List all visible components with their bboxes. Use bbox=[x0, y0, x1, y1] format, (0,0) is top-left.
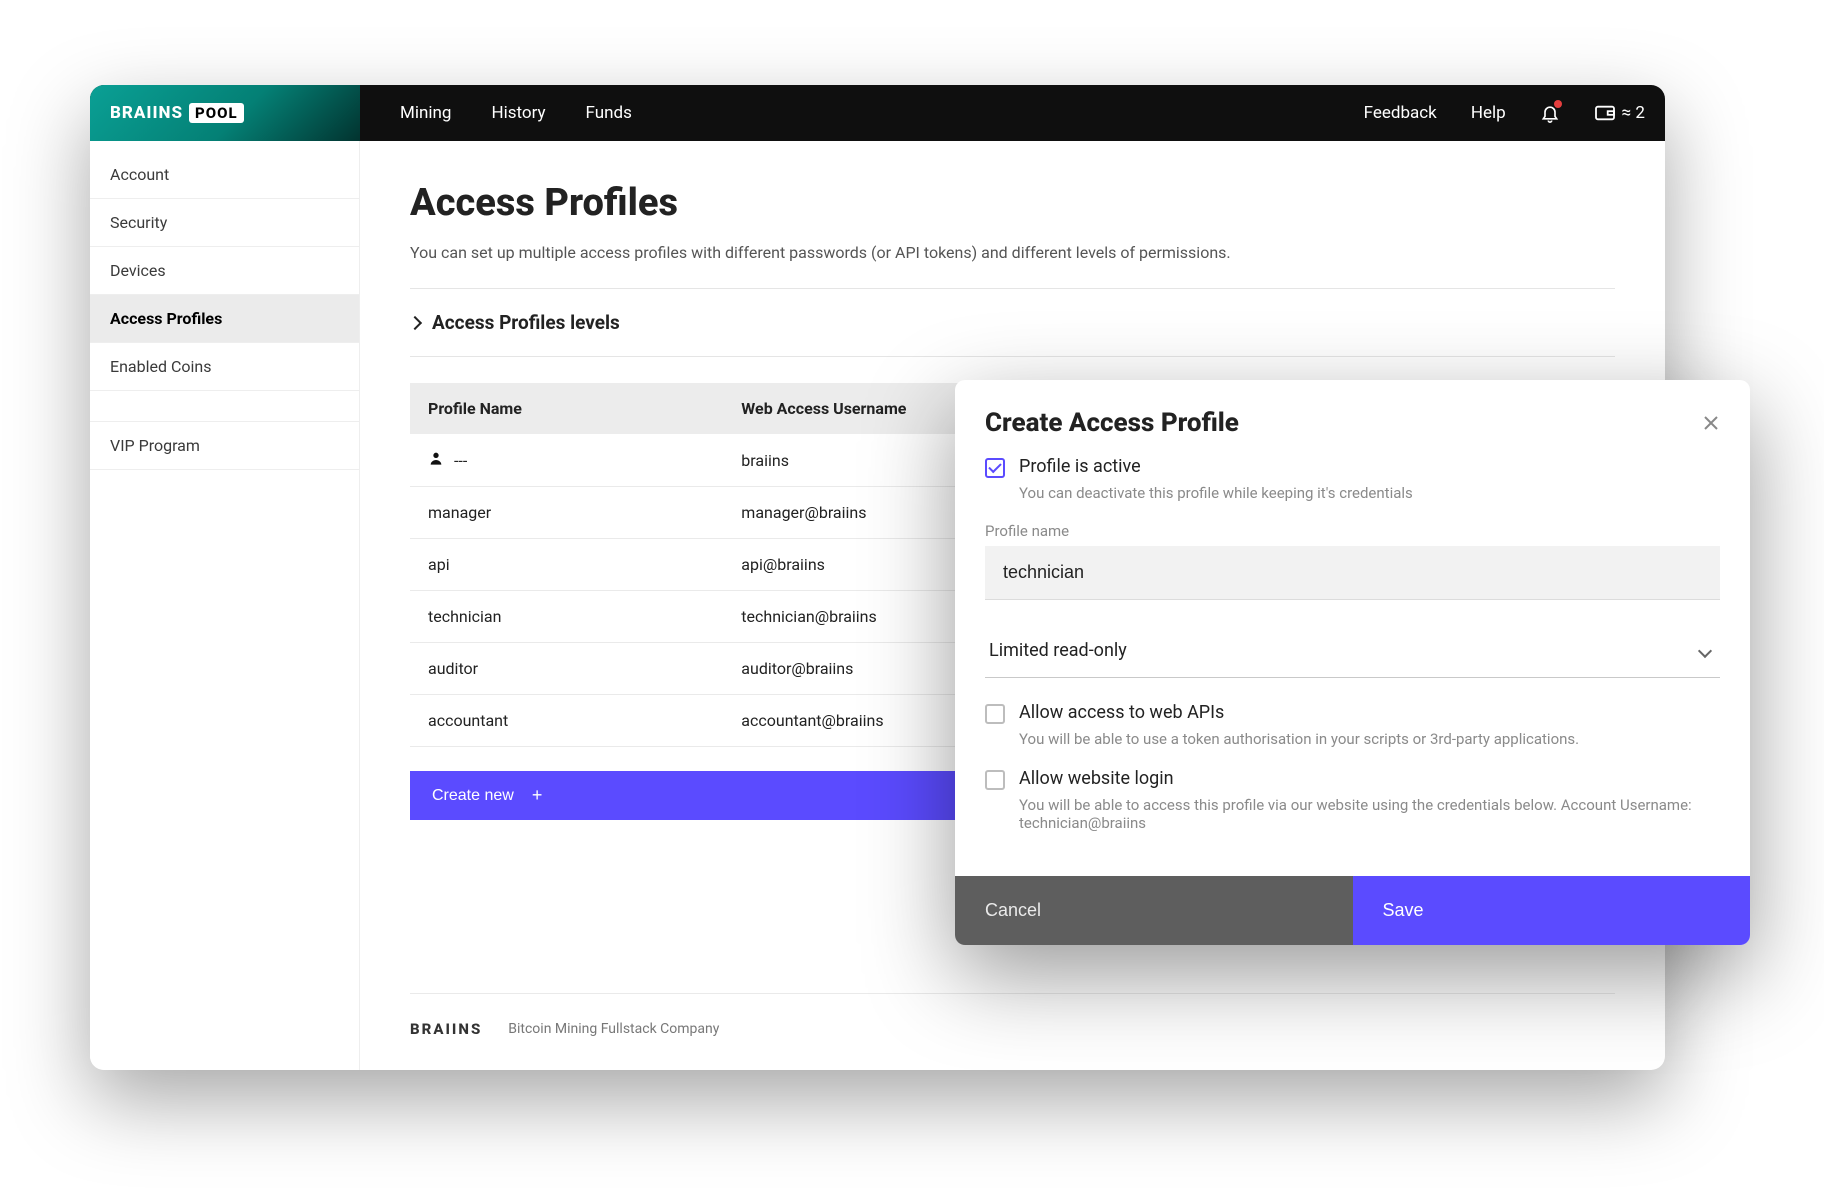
create-new-label: Create new bbox=[432, 787, 514, 805]
main-nav: Mining History Funds bbox=[400, 103, 632, 123]
divider bbox=[410, 356, 1615, 357]
sidebar-item-devices[interactable]: Devices bbox=[90, 247, 359, 295]
header-bar: BRAIINS POOL Mining History Funds Feedba… bbox=[90, 85, 1665, 141]
access-levels-toggle[interactable]: Access Profiles levels bbox=[410, 311, 1615, 334]
footer-tagline: Bitcoin Mining Fullstack Company bbox=[508, 1021, 719, 1037]
cell-profile-name: technician bbox=[410, 591, 723, 643]
brand-badge: POOL bbox=[189, 103, 244, 123]
sidebar: Account Security Devices Access Profiles… bbox=[90, 141, 360, 1070]
cell-profile-name: accountant bbox=[410, 695, 723, 747]
close-icon bbox=[1702, 414, 1720, 432]
modal-title: Create Access Profile bbox=[985, 408, 1239, 438]
wallet-balance[interactable]: ≈ 2 bbox=[1594, 103, 1645, 123]
allow-api-label: Allow access to web APIs bbox=[1019, 702, 1224, 723]
modal-close-button[interactable] bbox=[1702, 414, 1720, 432]
permission-level-select[interactable]: Limited read-only bbox=[985, 624, 1720, 678]
profile-name-label: Profile name bbox=[985, 522, 1720, 540]
allow-web-sub: You will be able to access this profile … bbox=[1019, 796, 1720, 832]
cell-profile-name: auditor bbox=[410, 643, 723, 695]
nav-history[interactable]: History bbox=[491, 103, 545, 123]
sidebar-item-enabled-coins[interactable]: Enabled Coins bbox=[90, 343, 359, 391]
nav-funds[interactable]: Funds bbox=[586, 103, 632, 123]
allow-web-label: Allow website login bbox=[1019, 768, 1174, 789]
profile-active-checkbox[interactable] bbox=[985, 458, 1005, 478]
sidebar-item-account[interactable]: Account bbox=[90, 151, 359, 199]
col-profile-name: Profile Name bbox=[410, 383, 723, 434]
footer-logo: BRAIINS bbox=[410, 1020, 482, 1038]
permission-level-value: Limited read-only bbox=[989, 640, 1127, 661]
brand-name: BRAIINS bbox=[110, 103, 183, 123]
save-button[interactable]: Save bbox=[1353, 876, 1751, 945]
profile-name-input[interactable] bbox=[985, 546, 1720, 600]
header-right: Feedback Help ≈ 2 bbox=[1364, 102, 1645, 124]
profile-active-label: Profile is active bbox=[1019, 456, 1141, 477]
user-icon bbox=[428, 450, 444, 466]
plus-icon: + bbox=[532, 785, 543, 806]
allow-web-checkbox[interactable] bbox=[985, 770, 1005, 790]
create-access-profile-modal: Create Access Profile Profile is active … bbox=[955, 380, 1750, 945]
profile-active-sub: You can deactivate this profile while ke… bbox=[1019, 484, 1720, 502]
notifications-button[interactable] bbox=[1540, 102, 1560, 124]
cell-profile-name: --- bbox=[410, 434, 723, 487]
allow-api-checkbox[interactable] bbox=[985, 704, 1005, 724]
cell-profile-name: manager bbox=[410, 487, 723, 539]
access-levels-label: Access Profiles levels bbox=[432, 311, 620, 334]
sidebar-item-access-profiles[interactable]: Access Profiles bbox=[90, 295, 359, 343]
logo[interactable]: BRAIINS POOL bbox=[90, 85, 360, 141]
help-link[interactable]: Help bbox=[1471, 103, 1506, 123]
wallet-approx-text: ≈ 2 bbox=[1622, 103, 1645, 123]
page-title: Access Profiles bbox=[410, 181, 1615, 225]
footer: BRAIINS Bitcoin Mining Fullstack Company bbox=[410, 993, 1615, 1070]
wallet-icon bbox=[1594, 104, 1616, 122]
divider bbox=[410, 288, 1615, 289]
cancel-button[interactable]: Cancel bbox=[955, 876, 1353, 945]
chevron-down-icon bbox=[1698, 643, 1712, 657]
sidebar-item-security[interactable]: Security bbox=[90, 199, 359, 247]
allow-api-sub: You will be able to use a token authoris… bbox=[1019, 730, 1720, 748]
sidebar-item-vip-program[interactable]: VIP Program bbox=[90, 421, 359, 470]
nav-mining[interactable]: Mining bbox=[400, 103, 451, 123]
feedback-link[interactable]: Feedback bbox=[1364, 103, 1437, 123]
chevron-right-icon bbox=[408, 315, 422, 329]
notification-dot bbox=[1554, 100, 1562, 108]
page-subtitle: You can set up multiple access profiles … bbox=[410, 243, 1615, 262]
cell-profile-name: api bbox=[410, 539, 723, 591]
